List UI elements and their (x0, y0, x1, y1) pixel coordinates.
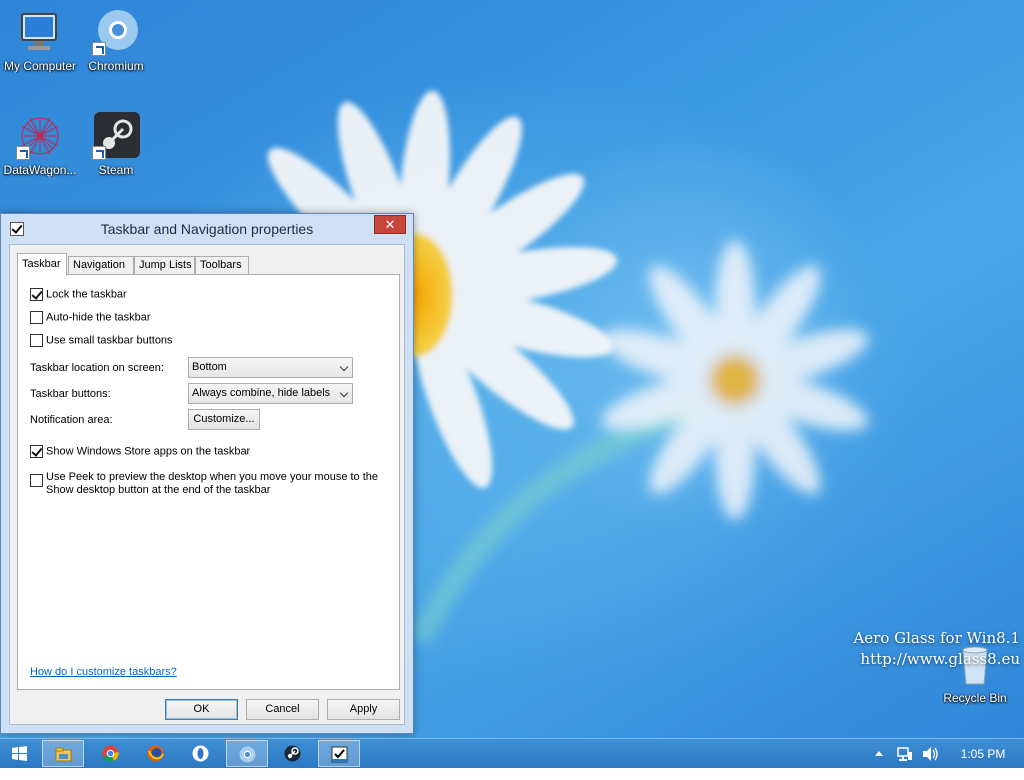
speaker-icon (923, 747, 938, 761)
cancel-button[interactable]: Cancel (246, 699, 319, 720)
taskbar-chrome[interactable] (89, 740, 131, 767)
taskbar-file-explorer[interactable] (42, 740, 84, 767)
desktop-icon-label: Chromium (88, 59, 144, 73)
chevron-down-icon (339, 388, 349, 398)
small-buttons-checkbox[interactable] (30, 334, 43, 347)
store-apps-option[interactable]: Show Windows Store apps on the taskbar (30, 445, 250, 458)
computer-icon (16, 8, 64, 56)
taskbar-firefox[interactable] (134, 740, 176, 767)
chevron-up-icon (875, 751, 883, 756)
steam-icon (284, 745, 300, 762)
tab-jump-lists[interactable]: Jump Lists (134, 256, 195, 275)
lock-taskbar-option[interactable]: Lock the taskbar (30, 288, 127, 301)
peek-label-line: Use Peek to preview the desktop when you… (46, 471, 379, 483)
peek-label: Use Peek to preview the desktop when you… (46, 471, 378, 497)
opera-icon (192, 745, 208, 762)
taskbar: 1:05 PM (0, 738, 1024, 768)
close-button[interactable]: ✕ (374, 215, 406, 234)
taskbar-buttons-dropdown[interactable]: Always combine, hide labels (188, 383, 353, 404)
taskbar-buttons-label: Taskbar buttons: (30, 388, 111, 400)
shortcut-arrow-icon (92, 42, 106, 56)
taskbar-steam[interactable] (271, 740, 313, 767)
shortcut-arrow-icon (92, 146, 106, 160)
shortcut-arrow-icon (16, 146, 30, 160)
ok-button[interactable]: OK (165, 699, 238, 720)
lock-taskbar-label: Lock the taskbar (46, 288, 127, 301)
start-button[interactable] (0, 740, 38, 767)
steam-icon (92, 112, 140, 160)
dialog-titlebar[interactable]: Taskbar and Navigation properties ✕ (1, 214, 413, 244)
taskbar-location-value: Bottom (192, 361, 227, 373)
taskbar-location-label: Taskbar location on screen: (30, 362, 164, 374)
peek-label-line: Show desktop button at the end of the ta… (46, 484, 271, 496)
customize-button[interactable]: Customize... (188, 409, 260, 430)
tab-navigation[interactable]: Navigation (68, 256, 134, 275)
store-apps-label: Show Windows Store apps on the taskbar (46, 445, 251, 458)
store-apps-checkbox[interactable] (30, 445, 43, 458)
volume-tray-button[interactable] (921, 739, 941, 769)
desktop-icon-chromium[interactable]: Chromium (76, 8, 156, 73)
chrome-icon (102, 745, 119, 762)
firefox-icon (147, 745, 164, 762)
notification-area-label: Notification area: (30, 414, 113, 426)
taskbar-buttons-value: Always combine, hide labels (192, 387, 331, 399)
chevron-down-icon (339, 362, 349, 372)
watermark-line: http://www.glass8.eu (860, 650, 1020, 668)
datawagon-icon (16, 112, 64, 160)
desktop-icon-my-computer[interactable]: My Computer (0, 8, 80, 73)
tab-toolbars[interactable]: Toolbars (195, 256, 249, 275)
network-tray-button[interactable] (896, 739, 916, 769)
apply-button[interactable]: Apply (327, 699, 400, 720)
help-link[interactable]: How do I customize taskbars? (30, 666, 177, 678)
tab-taskbar[interactable]: Taskbar (17, 253, 67, 276)
desktop-icon-label: Recycle Bin (943, 691, 1007, 705)
auto-hide-option[interactable]: Auto-hide the taskbar (30, 311, 151, 324)
desktop-icon-label: My Computer (3, 59, 77, 73)
small-buttons-label: Use small taskbar buttons (46, 334, 173, 347)
desktop-icon-steam[interactable]: Steam (76, 112, 156, 177)
desktop-icon-label: DataWagon... (3, 163, 77, 177)
peek-option[interactable]: Use Peek to preview the desktop when you… (30, 471, 378, 497)
auto-hide-label: Auto-hide the taskbar (46, 311, 151, 324)
dialog-client-area: Taskbar Navigation Jump Lists Toolbars L… (9, 244, 405, 725)
aero-glass-watermark: Aero Glass for Win8.1 http://www.glass8.… (853, 628, 1020, 670)
taskbar-properties-dialog: Taskbar and Navigation properties ✕ Task… (0, 213, 414, 734)
show-hidden-icons-button[interactable] (874, 739, 888, 769)
close-icon: ✕ (384, 217, 396, 232)
dialog-title: Taskbar and Navigation properties (100, 221, 314, 237)
desktop-icon-datawagon[interactable]: DataWagon... (0, 112, 80, 177)
lock-taskbar-checkbox[interactable] (30, 288, 43, 301)
file-explorer-icon (55, 747, 71, 762)
taskbar-properties-icon (331, 746, 347, 763)
clock[interactable]: 1:05 PM (958, 739, 1008, 769)
taskbar-properties-window[interactable] (318, 740, 360, 767)
network-icon (897, 747, 912, 761)
taskbar-opera[interactable] (179, 740, 221, 767)
watermark-line: Aero Glass for Win8.1 (853, 629, 1020, 647)
taskbar-tab-page: Lock the taskbar Auto-hide the taskbar U… (17, 274, 400, 690)
auto-hide-checkbox[interactable] (30, 311, 43, 324)
small-buttons-option[interactable]: Use small taskbar buttons (30, 334, 173, 347)
chromium-icon (239, 746, 255, 763)
start-icon (11, 746, 27, 761)
taskbar-chromium[interactable] (226, 740, 268, 767)
desktop-icon-label: Steam (98, 163, 134, 177)
taskbar-location-dropdown[interactable]: Bottom (188, 357, 353, 378)
chromium-icon (92, 8, 140, 56)
peek-checkbox[interactable] (30, 474, 43, 487)
